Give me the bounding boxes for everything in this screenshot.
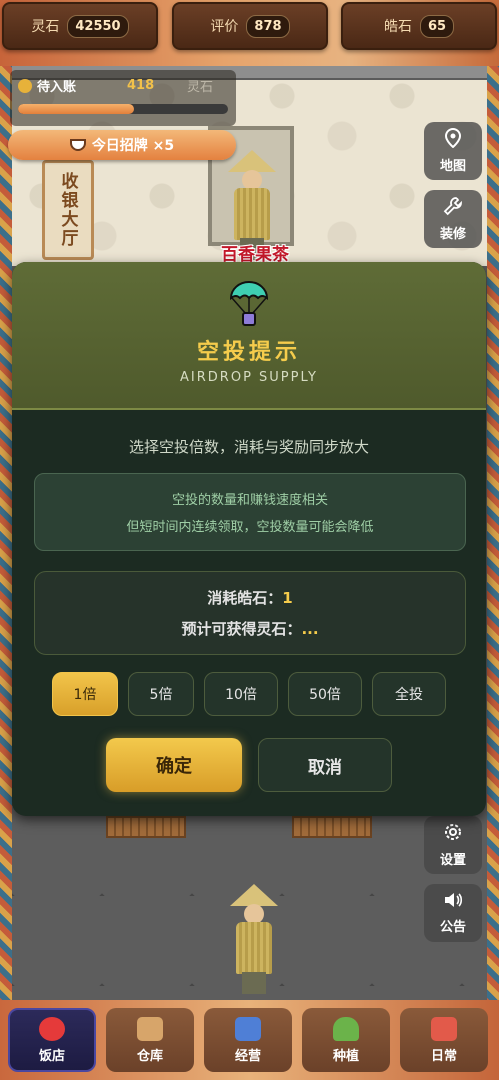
nav-label-business: 经营 [234,1048,261,1064]
nav-item-daily[interactable]: 日常 [400,1008,488,1072]
nav-label-planting: 种植 [332,1048,359,1064]
notice-button[interactable]: 公告 [424,884,482,942]
bench-right [292,816,372,838]
daily-icon [431,1016,457,1041]
nav-item-business[interactable]: 经营 [204,1008,292,1072]
decorate-button[interactable]: 装修 [424,190,482,248]
settings-label: 设置 [439,853,466,868]
map-pin-icon [444,127,462,153]
map-button[interactable]: 地图 [424,122,482,180]
reward-label: 预计可获得灵石： [181,620,302,638]
bowl-icon [69,139,86,151]
airdrop-info-box: 空投的数量和赚钱速度相关 但短时间内连续领取，空投数量可能会降低 [34,473,466,551]
speaker-icon [443,891,463,914]
stat-haoshi-label: 皓石 [383,19,412,35]
cost-label: 消耗皓石： [207,589,283,607]
pending-income-panel[interactable]: 待入账 418 灵石 [10,70,236,126]
hall-sign: 收银大厅 [42,160,94,260]
notice-label: 公告 [439,920,466,935]
daily-signature-button[interactable]: 今日招牌 ×5 [8,130,236,160]
parachute-icon [229,281,269,326]
cost-value: 1 [282,589,293,607]
multiplier-5x-button[interactable]: 5倍 [128,672,194,716]
multiplier-10x-button[interactable]: 10倍 [204,672,278,716]
cost-row: 消耗皓石：1 [207,587,292,608]
modal-header: 空投提示 AIRDROP SUPPLY [12,262,486,410]
stat-rating-label: 评价 [210,19,239,35]
cancel-button[interactable]: 取消 [258,738,392,792]
confirm-button[interactable]: 确定 [106,738,242,792]
gear-icon [443,822,463,847]
cost-summary-box: 消耗皓石：1 预计可获得灵石：... [34,571,466,655]
stat-rating-value: 878 [246,14,290,38]
nav-item-warehouse[interactable]: 仓库 [106,1008,194,1072]
multiplier-1x-button[interactable]: 1倍 [52,672,118,716]
business-icon [235,1016,261,1041]
nav-item-restaurant[interactable]: 饭店 [8,1008,96,1072]
settings-button[interactable]: 设置 [424,816,482,874]
pending-progress-bar [18,104,228,114]
stat-spirit-stone-label: 灵石 [31,19,60,35]
pending-label: 待入账 [37,80,77,95]
modal-subtitle: AIRDROP SUPPLY [180,370,318,385]
bottom-nav: 饭店 仓库 经营 种植 日常 [8,1008,492,1072]
right-decor-border [487,66,499,1006]
bench-left [106,816,186,838]
nav-label-restaurant: 饭店 [38,1048,65,1064]
reward-row: 预计可获得灵石：... [181,618,318,639]
reward-value: ... [301,620,319,638]
stat-rating[interactable]: 评价 878 [172,2,328,50]
modal-description: 选择空投倍数，消耗与奖励同步放大 [128,438,369,456]
nav-label-warehouse: 仓库 [136,1048,163,1064]
left-decor-border [0,66,12,1006]
npc-waiter-bottom[interactable] [224,884,284,994]
stat-haoshi[interactable]: 皓石 65 [341,2,497,50]
nav-label-daily: 日常 [430,1048,457,1064]
airdrop-modal: 空投提示 AIRDROP SUPPLY 选择空投倍数，消耗与奖励同步放大 空投的… [12,262,486,816]
signboard-label: 今日招牌 ×5 [91,138,175,154]
wrench-icon [443,196,463,221]
stat-haoshi-value: 65 [419,14,455,38]
modal-title: 空投提示 [196,340,301,365]
multiplier-selector: 1倍 5倍 10倍 50倍 全投 [52,672,446,716]
nav-item-planting[interactable]: 种植 [302,1008,390,1072]
money-bag-icon [18,78,32,93]
decorate-label: 装修 [439,227,466,242]
map-label: 地图 [439,159,466,174]
stat-spirit-stone-value: 42550 [67,14,129,38]
pending-unit: 灵石 [187,80,214,95]
pending-progress-fill [18,104,134,114]
restaurant-icon [39,1016,65,1041]
planting-icon [333,1016,359,1041]
pending-amount: 418 [127,78,155,93]
stat-spirit-stone[interactable]: 灵石 42550 [2,2,158,50]
multiplier-all-button[interactable]: 全投 [372,672,446,716]
info-line-1: 空投的数量和赚钱速度相关 [171,493,328,508]
multiplier-50x-button[interactable]: 50倍 [288,672,362,716]
info-line-2: 但短时间内连续领取，空投数量可能会降低 [126,520,374,535]
warehouse-icon [137,1016,163,1041]
